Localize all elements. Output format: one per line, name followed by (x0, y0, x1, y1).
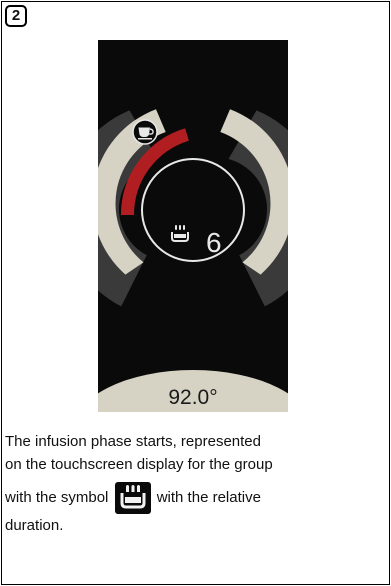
inner-circle (141, 158, 245, 262)
step-number-badge: 2 (5, 5, 27, 27)
temperature-readout: 92.0° (168, 386, 217, 409)
step-description: The infusion phase starts, represented o… (5, 430, 391, 537)
description-line-3-end: with the relative (156, 488, 261, 506)
description-line-3: with the symbol with the relative (5, 482, 391, 514)
description-line-4: duration. (5, 517, 64, 534)
infusion-counter-value: 6 (206, 227, 222, 258)
touchscreen-display: 6 92.0° (98, 40, 288, 412)
description-line-2: on the touchscreen display for the group (5, 456, 273, 473)
description-line-1: The infusion phase starts, represented (5, 433, 261, 450)
infusion-icon (114, 482, 151, 514)
coffee-cup-icon (132, 119, 158, 145)
description-line-3-start: with the symbol (5, 488, 109, 506)
